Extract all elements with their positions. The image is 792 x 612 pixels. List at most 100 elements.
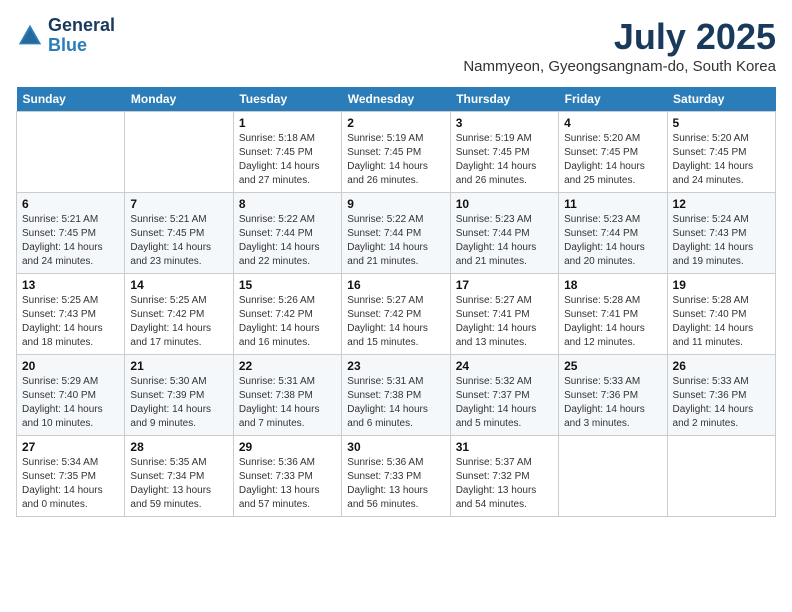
day-number: 24 — [456, 359, 553, 373]
cell-detail: Sunrise: 5:34 AMSunset: 7:35 PMDaylight:… — [22, 456, 119, 512]
day-number: 28 — [130, 440, 227, 454]
cell-detail: Sunrise: 5:32 AMSunset: 7:37 PMDaylight:… — [456, 375, 553, 431]
calendar-cell: 16 Sunrise: 5:27 AMSunset: 7:42 PMDayligh… — [342, 274, 450, 355]
logo: General Blue — [16, 16, 115, 56]
day-number: 22 — [239, 359, 336, 373]
calendar-cell: 22 Sunrise: 5:31 AMSunset: 7:38 PMDayligh… — [233, 355, 341, 436]
calendar-cell: 29 Sunrise: 5:36 AMSunset: 7:33 PMDayligh… — [233, 436, 341, 517]
calendar-cell: 13 Sunrise: 5:25 AMSunset: 7:43 PMDayligh… — [17, 274, 125, 355]
month-title: July 2025 — [463, 16, 776, 58]
cell-detail: Sunrise: 5:23 AMSunset: 7:44 PMDaylight:… — [456, 213, 553, 269]
logo-icon — [16, 22, 44, 50]
day-number: 19 — [673, 278, 770, 292]
cell-detail: Sunrise: 5:27 AMSunset: 7:42 PMDaylight:… — [347, 294, 444, 350]
day-header-sunday: Sunday — [17, 87, 125, 112]
day-number: 11 — [564, 197, 661, 211]
cell-detail: Sunrise: 5:30 AMSunset: 7:39 PMDaylight:… — [130, 375, 227, 431]
calendar-cell: 12 Sunrise: 5:24 AMSunset: 7:43 PMDayligh… — [667, 193, 775, 274]
day-number: 26 — [673, 359, 770, 373]
day-header-wednesday: Wednesday — [342, 87, 450, 112]
cell-detail: Sunrise: 5:31 AMSunset: 7:38 PMDaylight:… — [347, 375, 444, 431]
day-number: 20 — [22, 359, 119, 373]
calendar-cell — [559, 436, 667, 517]
cell-detail: Sunrise: 5:21 AMSunset: 7:45 PMDaylight:… — [130, 213, 227, 269]
calendar-cell: 17Sunrise: 5:27 AMSunset: 7:41 PMDayligh… — [450, 274, 558, 355]
week-row-1: 1 Sunrise: 5:18 AMSunset: 7:45 PMDaylight… — [17, 112, 776, 193]
cell-detail: Sunrise: 5:37 AMSunset: 7:32 PMDaylight:… — [456, 456, 553, 512]
cell-detail: Sunrise: 5:20 AMSunset: 7:45 PMDaylight:… — [673, 132, 770, 188]
week-row-5: 27 Sunrise: 5:34 AMSunset: 7:35 PMDayligh… — [17, 436, 776, 517]
day-number: 27 — [22, 440, 119, 454]
calendar-table: SundayMondayTuesdayWednesdayThursdayFrid… — [16, 87, 776, 517]
day-number: 16 — [347, 278, 444, 292]
calendar-cell: 18 Sunrise: 5:28 AMSunset: 7:41 PMDayligh… — [559, 274, 667, 355]
day-number: 12 — [673, 197, 770, 211]
day-number: 29 — [239, 440, 336, 454]
day-number: 2 — [347, 116, 444, 130]
cell-detail: Sunrise: 5:31 AMSunset: 7:38 PMDaylight:… — [239, 375, 336, 431]
calendar-cell: 23 Sunrise: 5:31 AMSunset: 7:38 PMDayligh… — [342, 355, 450, 436]
cell-detail: Sunrise: 5:29 AMSunset: 7:40 PMDaylight:… — [22, 375, 119, 431]
day-number: 30 — [347, 440, 444, 454]
day-number: 13 — [22, 278, 119, 292]
day-header-friday: Friday — [559, 87, 667, 112]
calendar-cell: 24 Sunrise: 5:32 AMSunset: 7:37 PMDayligh… — [450, 355, 558, 436]
day-header-saturday: Saturday — [667, 87, 775, 112]
calendar-cell: 3 Sunrise: 5:19 AMSunset: 7:45 PMDaylight… — [450, 112, 558, 193]
day-header-thursday: Thursday — [450, 87, 558, 112]
day-number: 18 — [564, 278, 661, 292]
cell-detail: Sunrise: 5:24 AMSunset: 7:43 PMDaylight:… — [673, 213, 770, 269]
calendar-cell: 2Sunrise: 5:19 AMSunset: 7:45 PMDaylight… — [342, 112, 450, 193]
calendar-cell: 7Sunrise: 5:21 AMSunset: 7:45 PMDaylight… — [125, 193, 233, 274]
day-number: 10 — [456, 197, 553, 211]
cell-detail: Sunrise: 5:33 AMSunset: 7:36 PMDaylight:… — [673, 375, 770, 431]
header: General Blue July 2025 Nammyeon, Gyeongs… — [16, 16, 776, 83]
week-row-2: 6 Sunrise: 5:21 AMSunset: 7:45 PMDaylight… — [17, 193, 776, 274]
cell-detail: Sunrise: 5:28 AMSunset: 7:40 PMDaylight:… — [673, 294, 770, 350]
calendar-cell: 15Sunrise: 5:26 AMSunset: 7:42 PMDayligh… — [233, 274, 341, 355]
calendar-cell: 26 Sunrise: 5:33 AMSunset: 7:36 PMDayligh… — [667, 355, 775, 436]
calendar-cell — [125, 112, 233, 193]
calendar-cell: 9 Sunrise: 5:22 AMSunset: 7:44 PMDaylight… — [342, 193, 450, 274]
day-number: 21 — [130, 359, 227, 373]
cell-detail: Sunrise: 5:18 AMSunset: 7:45 PMDaylight:… — [239, 132, 336, 188]
day-number: 25 — [564, 359, 661, 373]
day-header-monday: Monday — [125, 87, 233, 112]
calendar-cell: 20 Sunrise: 5:29 AMSunset: 7:40 PMDayligh… — [17, 355, 125, 436]
day-number: 23 — [347, 359, 444, 373]
day-number: 3 — [456, 116, 553, 130]
cell-detail: Sunrise: 5:21 AMSunset: 7:45 PMDaylight:… — [22, 213, 119, 269]
cell-detail: Sunrise: 5:28 AMSunset: 7:41 PMDaylight:… — [564, 294, 661, 350]
week-row-4: 20 Sunrise: 5:29 AMSunset: 7:40 PMDayligh… — [17, 355, 776, 436]
cell-detail: Sunrise: 5:20 AMSunset: 7:45 PMDaylight:… — [564, 132, 661, 188]
calendar-header-row: SundayMondayTuesdayWednesdayThursdayFrid… — [17, 87, 776, 112]
cell-detail: Sunrise: 5:23 AMSunset: 7:44 PMDaylight:… — [564, 213, 661, 269]
day-number: 5 — [673, 116, 770, 130]
cell-detail: Sunrise: 5:22 AMSunset: 7:44 PMDaylight:… — [347, 213, 444, 269]
day-number: 6 — [22, 197, 119, 211]
day-number: 4 — [564, 116, 661, 130]
day-number: 9 — [347, 197, 444, 211]
calendar-cell — [17, 112, 125, 193]
title-area: July 2025 Nammyeon, Gyeongsangnam-do, So… — [463, 16, 776, 83]
calendar-cell: 28 Sunrise: 5:35 AMSunset: 7:34 PMDayligh… — [125, 436, 233, 517]
cell-detail: Sunrise: 5:25 AMSunset: 7:42 PMDaylight:… — [130, 294, 227, 350]
cell-detail: Sunrise: 5:35 AMSunset: 7:34 PMDaylight:… — [130, 456, 227, 512]
cell-detail: Sunrise: 5:22 AMSunset: 7:44 PMDaylight:… — [239, 213, 336, 269]
calendar-cell: 25Sunrise: 5:33 AMSunset: 7:36 PMDayligh… — [559, 355, 667, 436]
calendar-cell: 31 Sunrise: 5:37 AMSunset: 7:32 PMDayligh… — [450, 436, 558, 517]
cell-detail: Sunrise: 5:36 AMSunset: 7:33 PMDaylight:… — [347, 456, 444, 512]
calendar-cell — [667, 436, 775, 517]
cell-detail: Sunrise: 5:25 AMSunset: 7:43 PMDaylight:… — [22, 294, 119, 350]
cell-detail: Sunrise: 5:36 AMSunset: 7:33 PMDaylight:… — [239, 456, 336, 512]
day-header-tuesday: Tuesday — [233, 87, 341, 112]
week-row-3: 13 Sunrise: 5:25 AMSunset: 7:43 PMDayligh… — [17, 274, 776, 355]
cell-detail: Sunrise: 5:26 AMSunset: 7:42 PMDaylight:… — [239, 294, 336, 350]
cell-detail: Sunrise: 5:19 AMSunset: 7:45 PMDaylight:… — [456, 132, 553, 188]
day-number: 31 — [456, 440, 553, 454]
day-number: 8 — [239, 197, 336, 211]
calendar-cell: 1 Sunrise: 5:18 AMSunset: 7:45 PMDaylight… — [233, 112, 341, 193]
calendar-cell: 8 Sunrise: 5:22 AMSunset: 7:44 PMDaylight… — [233, 193, 341, 274]
day-number: 1 — [239, 116, 336, 130]
logo-blue-text: Blue — [48, 36, 115, 56]
